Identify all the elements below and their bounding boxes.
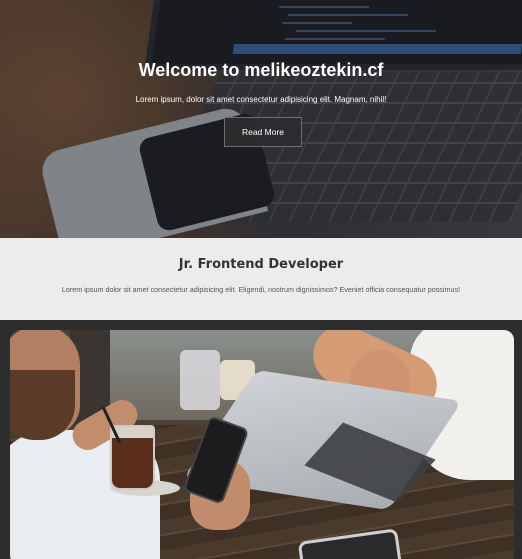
- hero-title: Welcome to melikeoztekin.cf: [138, 60, 384, 80]
- hero-subtitle: Lorem ipsum, dolor sit amet consectetur …: [135, 95, 387, 104]
- read-more-button[interactable]: Read More: [224, 117, 302, 147]
- cafe-photo: [10, 330, 514, 559]
- info-description: Lorem ipsum dolor sit amet consectetur a…: [61, 285, 461, 294]
- info-section: Jr. Frontend Developer Lorem ipsum dolor…: [0, 238, 522, 320]
- photo-glass: [180, 350, 220, 410]
- job-title: Jr. Frontend Developer: [178, 257, 344, 272]
- hero-section: Welcome to melikeoztekin.cf Lorem ipsum,…: [0, 0, 522, 238]
